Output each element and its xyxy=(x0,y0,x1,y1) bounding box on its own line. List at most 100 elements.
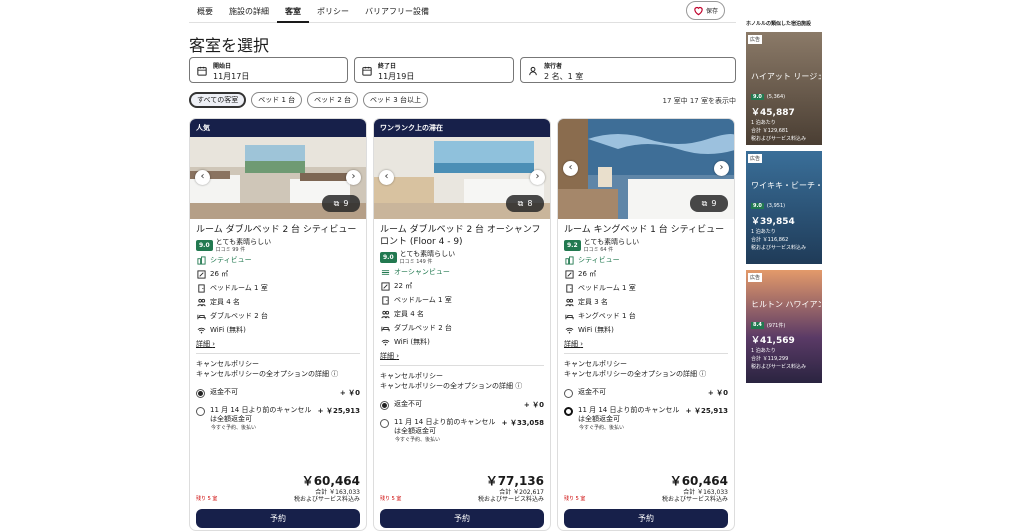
ad-hotel-name: ワイキキ・ビーチ・マリオット・リゾート xyxy=(751,181,821,190)
radio-button[interactable] xyxy=(564,407,573,416)
feature-wifi: WiFi (無料) xyxy=(190,323,366,337)
filter-three-plus-beds[interactable]: ベッド 3 台以上 xyxy=(363,92,428,108)
travelers-field[interactable]: 旅行者 2 名、1 室 xyxy=(520,57,736,83)
option-nonrefundable[interactable]: 返金不可 + ￥0 xyxy=(374,400,550,410)
feature-wifi: WiFi (無料) xyxy=(558,323,734,337)
rooms-left: 残り 5 室 xyxy=(196,496,218,502)
door-icon xyxy=(382,295,389,305)
option-nonrefundable[interactable]: 返金不可 + ￥0 xyxy=(558,388,734,398)
feature-label: ベッドルーム 1 室 xyxy=(578,284,636,292)
ad-score: 9.0 xyxy=(751,94,764,100)
ad-hotel-name: ヒルトン ハワイアン ビレッジ ワイキキ xyxy=(751,300,821,309)
option-price: + ￥0 xyxy=(523,401,544,409)
prev-photo-button[interactable]: ‹ xyxy=(195,170,210,185)
radio-button[interactable] xyxy=(564,389,573,398)
tax-note: 税およびサービス料込み xyxy=(661,496,728,503)
price-block: ￥77,136 合計 ￥202,617 税およびサービス料込み xyxy=(478,472,544,503)
cancel-policy-link[interactable]: キャンセルポリシーの全オプションの詳細 ⓘ xyxy=(374,381,550,391)
radio-button[interactable] xyxy=(196,407,205,416)
rating: 9.0 とても素晴らしい 口コミ 149 件 xyxy=(374,248,550,265)
bed-icon xyxy=(197,314,206,319)
start-date-value: 11月17日 xyxy=(213,72,250,81)
cancel-policy-link[interactable]: キャンセルポリシーの全オプションの詳細 ⓘ xyxy=(190,369,366,379)
ad-card[interactable]: 広告 ワイキキ・ビーチ・マリオット・リゾート 9.0(3,951) ￥39,85… xyxy=(746,151,822,264)
feature-wifi: WiFi (無料) xyxy=(374,335,550,349)
ad-card[interactable]: 広告 ハイアット リージェンシー ワイキキ 9.0(5,364) ￥45,887… xyxy=(746,32,822,145)
area-icon xyxy=(381,281,390,291)
photo-count: 9 xyxy=(343,199,349,208)
next-photo-button[interactable]: › xyxy=(714,161,729,176)
filter-two-beds[interactable]: ベッド 2 台 xyxy=(307,92,359,108)
end-date-field[interactable]: 終了日 11月19日 xyxy=(354,57,514,83)
save-label: 保存 xyxy=(705,8,718,15)
option-label: 返金不可 xyxy=(578,388,606,396)
tab-overview[interactable]: 概要 xyxy=(189,0,221,23)
gallery-button[interactable]: ⧉ 8 xyxy=(506,195,544,212)
ad-reviews: (5,364) xyxy=(766,94,786,100)
details-link[interactable]: 詳細 › xyxy=(558,337,734,351)
filter-all-rooms[interactable]: すべての客室 xyxy=(189,92,247,108)
room-badge: ワンランク上の滞在 xyxy=(374,119,550,137)
start-date-field[interactable]: 開始日 11月17日 xyxy=(189,57,348,83)
price-block: ￥60,464 合計 ￥163,033 税およびサービス料込み xyxy=(662,472,728,503)
save-button[interactable]: 保存 xyxy=(686,1,725,20)
radio-button[interactable] xyxy=(196,389,205,398)
option-price: + ￥33,058 xyxy=(501,419,544,427)
tab-policies[interactable]: ポリシー xyxy=(309,0,357,23)
book-button[interactable]: 予約 xyxy=(564,509,728,528)
feature-label: ダブルベッド 2 台 xyxy=(394,324,452,332)
feature-beds: ダブルベッド 2 台 xyxy=(374,321,550,335)
feature-label: ベッドルーム 1 室 xyxy=(394,296,452,304)
radio-button[interactable] xyxy=(380,419,389,428)
city-icon xyxy=(197,255,206,265)
nightly-price: ￥60,464 xyxy=(669,474,728,488)
cancel-policy-link[interactable]: キャンセルポリシーの全オプションの詳細 ⓘ xyxy=(558,369,734,379)
option-refundable[interactable]: 11 月 14 日より前のキャンセルは全額返金可 + ￥25,913 xyxy=(558,406,734,424)
bed-filter-chips: すべての客室 ベッド 1 台 ベッド 2 台 ベッド 3 台以上 xyxy=(189,92,428,108)
details-label: 詳細 xyxy=(564,340,578,348)
tab-accessibility[interactable]: バリアフリー設備 xyxy=(357,0,437,23)
review-count: 口コミ 64 件 xyxy=(583,247,614,253)
room-card: 人気 ‹ › ⧉ 9 ルーム ダブルベッド 2 台 シティビュー 9.0 とても素… xyxy=(189,118,367,531)
ad-hotel-name: ハイアット リージェンシー ワイキキ xyxy=(751,72,821,81)
divider xyxy=(196,353,360,354)
prev-photo-button[interactable]: ‹ xyxy=(379,170,394,185)
tab-rooms[interactable]: 客室 xyxy=(277,0,309,23)
info-icon: ⓘ xyxy=(331,370,339,378)
area-icon xyxy=(197,269,206,279)
feature-size: 22 ㎡ xyxy=(374,279,550,293)
similar-properties-ads: ホノルルの類似した宿泊施設 広告 ハイアット リージェンシー ワイキキ 9.0(… xyxy=(746,20,824,389)
ad-per-night: 1 泊あたり xyxy=(751,120,776,126)
details-link[interactable]: 詳細 › xyxy=(190,337,366,351)
details-link[interactable]: 詳細 › xyxy=(374,349,550,363)
prev-photo-button[interactable]: ‹ xyxy=(563,161,578,176)
feature-view: シティビュー xyxy=(558,253,734,267)
rating-text: とても素晴らしい xyxy=(215,238,272,246)
cancel-policy-text: キャンセルポリシーの全オプションの詳細 xyxy=(564,370,697,378)
book-button[interactable]: 予約 xyxy=(196,509,360,528)
start-date-label: 開始日 xyxy=(213,63,232,70)
wifi-icon xyxy=(197,327,206,333)
option-refundable[interactable]: 11 月 14 日より前のキャンセルは全額返金可 + ￥25,913 xyxy=(190,406,366,424)
wifi-icon xyxy=(565,327,574,333)
option-refundable[interactable]: 11 月 14 日より前のキャンセルは全額返金可 + ￥33,058 xyxy=(374,418,550,436)
gallery-icon: ⧉ xyxy=(333,198,340,208)
gallery-button[interactable]: ⧉ 9 xyxy=(690,195,728,212)
person-icon xyxy=(529,66,537,76)
option-nonrefundable[interactable]: 返金不可 + ￥0 xyxy=(190,388,366,398)
book-button[interactable]: 予約 xyxy=(380,509,544,528)
radio-button[interactable] xyxy=(380,401,389,410)
ad-card[interactable]: 広告 ヒルトン ハワイアン ビレッジ ワイキキ 8.4(971件) ￥41,56… xyxy=(746,270,822,383)
feature-occupancy: 定員 4 名 xyxy=(374,307,550,321)
details-label: 詳細 xyxy=(380,352,394,360)
next-photo-button[interactable]: › xyxy=(346,170,361,185)
tax-note: 税およびサービス料込み xyxy=(293,496,360,503)
room-photo: ‹ › ⧉ 9 xyxy=(190,137,366,219)
tab-property-details[interactable]: 施設の詳細 xyxy=(221,0,277,23)
filter-one-bed[interactable]: ベッド 1 台 xyxy=(251,92,303,108)
photo-count: 9 xyxy=(711,199,717,208)
people-icon xyxy=(381,310,390,318)
gallery-button[interactable]: ⧉ 9 xyxy=(322,195,360,212)
rooms-left: 残り 5 室 xyxy=(564,496,586,502)
next-photo-button[interactable]: › xyxy=(530,170,545,185)
